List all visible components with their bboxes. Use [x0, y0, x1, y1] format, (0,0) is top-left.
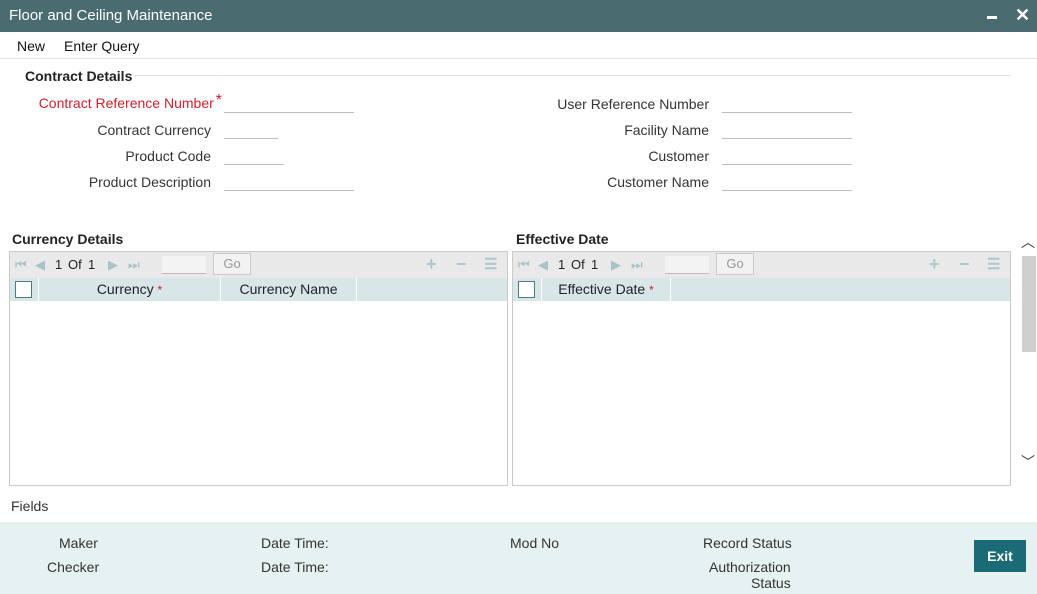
exit-button[interactable]: Exit: [974, 540, 1026, 572]
page-current: 1: [55, 257, 63, 272]
contract-ref-input[interactable]: [224, 93, 354, 113]
new-menu-item[interactable]: New: [17, 38, 45, 54]
checker-date-time-label: Date Time:: [261, 559, 329, 575]
select-all-checkbox[interactable]: [15, 281, 32, 298]
menu-bar: New Enter Query: [0, 32, 1037, 59]
enter-query-menu-item[interactable]: Enter Query: [64, 38, 139, 54]
maker-date-time-label: Date Time:: [261, 535, 329, 551]
user-ref-label: User Reference Number: [557, 96, 709, 112]
empty-column-header: [356, 278, 507, 301]
product-description-input[interactable]: [224, 171, 354, 191]
user-ref-input[interactable]: [722, 93, 852, 113]
effective-date-column-label: Effective Date: [558, 281, 646, 297]
empty-column-header: [670, 278, 1010, 301]
page-jump-input[interactable]: [162, 256, 206, 274]
contract-currency-input[interactable]: [224, 119, 278, 139]
currency-details-grid: ⏮ ◀ 1 Of 1 ▶ ⏭ Go + − ☰ Currency * Curre…: [9, 251, 508, 486]
next-page-icon[interactable]: ▶: [611, 257, 621, 273]
plus-icon[interactable]: +: [426, 254, 437, 275]
close-icon[interactable]: ✕: [1015, 5, 1030, 26]
prev-page-icon[interactable]: ◀: [35, 257, 45, 273]
currency-pager: ⏮ ◀ 1 Of 1 ▶ ⏭ Go + − ☰: [10, 252, 507, 278]
plus-icon[interactable]: +: [929, 254, 940, 275]
effective-date-column-header[interactable]: Effective Date *: [541, 278, 670, 301]
scrollbar-thumb[interactable]: [1022, 256, 1036, 352]
last-page-icon[interactable]: ⏭: [128, 257, 140, 273]
effective-date-pager: ⏮ ◀ 1 Of 1 ▶ ⏭ Go + − ☰: [513, 252, 1010, 278]
product-description-label: Product Description: [88, 174, 211, 190]
currency-details-title: Currency Details: [12, 231, 124, 247]
page-of: Of: [68, 257, 82, 272]
customer-name-label: Customer Name: [607, 174, 709, 190]
currency-name-column-header[interactable]: Currency Name: [220, 278, 356, 301]
minus-icon[interactable]: −: [456, 254, 467, 275]
go-button[interactable]: Go: [213, 253, 251, 275]
required-marker: *: [215, 92, 222, 109]
record-status-label: Record Status: [703, 535, 792, 551]
customer-label: Customer: [648, 148, 709, 164]
page-of: Of: [571, 257, 585, 272]
product-code-label: Product Code: [125, 148, 211, 164]
page-current: 1: [558, 257, 566, 272]
page-jump-input[interactable]: [665, 256, 709, 274]
audit-footer: Maker Checker Date Time: Date Time: Mod …: [0, 522, 1037, 594]
fields-link[interactable]: Fields: [11, 498, 48, 514]
go-button[interactable]: Go: [716, 253, 754, 275]
prev-page-icon[interactable]: ◀: [538, 257, 548, 273]
contract-currency-label: Contract Currency: [97, 122, 211, 138]
window-titlebar: Floor and Ceiling Maintenance ✕: [0, 0, 1037, 32]
currency-grid-header: Currency * Currency Name: [10, 278, 507, 301]
minimize-icon[interactable]: [986, 6, 1000, 24]
product-code-input[interactable]: [224, 145, 284, 165]
currency-column-label: Currency: [96, 281, 154, 297]
window-title: Floor and Ceiling Maintenance: [9, 7, 213, 24]
required-marker: *: [157, 283, 163, 297]
chevron-up-icon[interactable]: ︿: [1021, 232, 1035, 252]
effective-date-title: Effective Date: [516, 231, 609, 247]
vertical-scrollbar[interactable]: ︿ ﹀: [1020, 220, 1037, 478]
checker-label: Checker: [47, 559, 100, 575]
contract-ref-label: Contract Reference Number *: [20, 92, 222, 113]
contract-ref-label-text: Contract Reference Number: [38, 95, 214, 111]
minus-icon[interactable]: −: [959, 254, 970, 275]
list-icon[interactable]: ☰: [484, 255, 497, 273]
page-total: 1: [88, 257, 96, 272]
authorization-status-label-line2: Status: [751, 575, 791, 591]
customer-input[interactable]: [722, 145, 852, 165]
facility-name-input[interactable]: [722, 119, 852, 139]
first-page-icon[interactable]: ⏮: [15, 257, 27, 273]
select-all-checkbox[interactable]: [518, 281, 535, 298]
list-icon[interactable]: ☰: [987, 255, 1000, 273]
contract-details-title: Contract Details: [25, 68, 133, 84]
first-page-icon[interactable]: ⏮: [518, 257, 530, 273]
currency-column-header[interactable]: Currency *: [38, 278, 220, 301]
facility-name-label: Facility Name: [624, 122, 709, 138]
mod-no-label: Mod No: [510, 535, 560, 551]
chevron-down-icon[interactable]: ﹀: [1021, 452, 1035, 472]
maker-label: Maker: [59, 535, 98, 551]
effective-date-grid: ⏮ ◀ 1 Of 1 ▶ ⏭ Go + − ☰ Effective Date *: [512, 251, 1011, 486]
page-total: 1: [591, 257, 599, 272]
last-page-icon[interactable]: ⏭: [631, 257, 643, 273]
customer-name-input[interactable]: [722, 171, 852, 191]
section-divider: [135, 75, 1011, 76]
authorization-status-label-line1: Authorization: [709, 559, 791, 575]
required-marker: *: [649, 283, 654, 297]
effective-date-grid-header: Effective Date *: [513, 278, 1010, 301]
next-page-icon[interactable]: ▶: [108, 257, 118, 273]
